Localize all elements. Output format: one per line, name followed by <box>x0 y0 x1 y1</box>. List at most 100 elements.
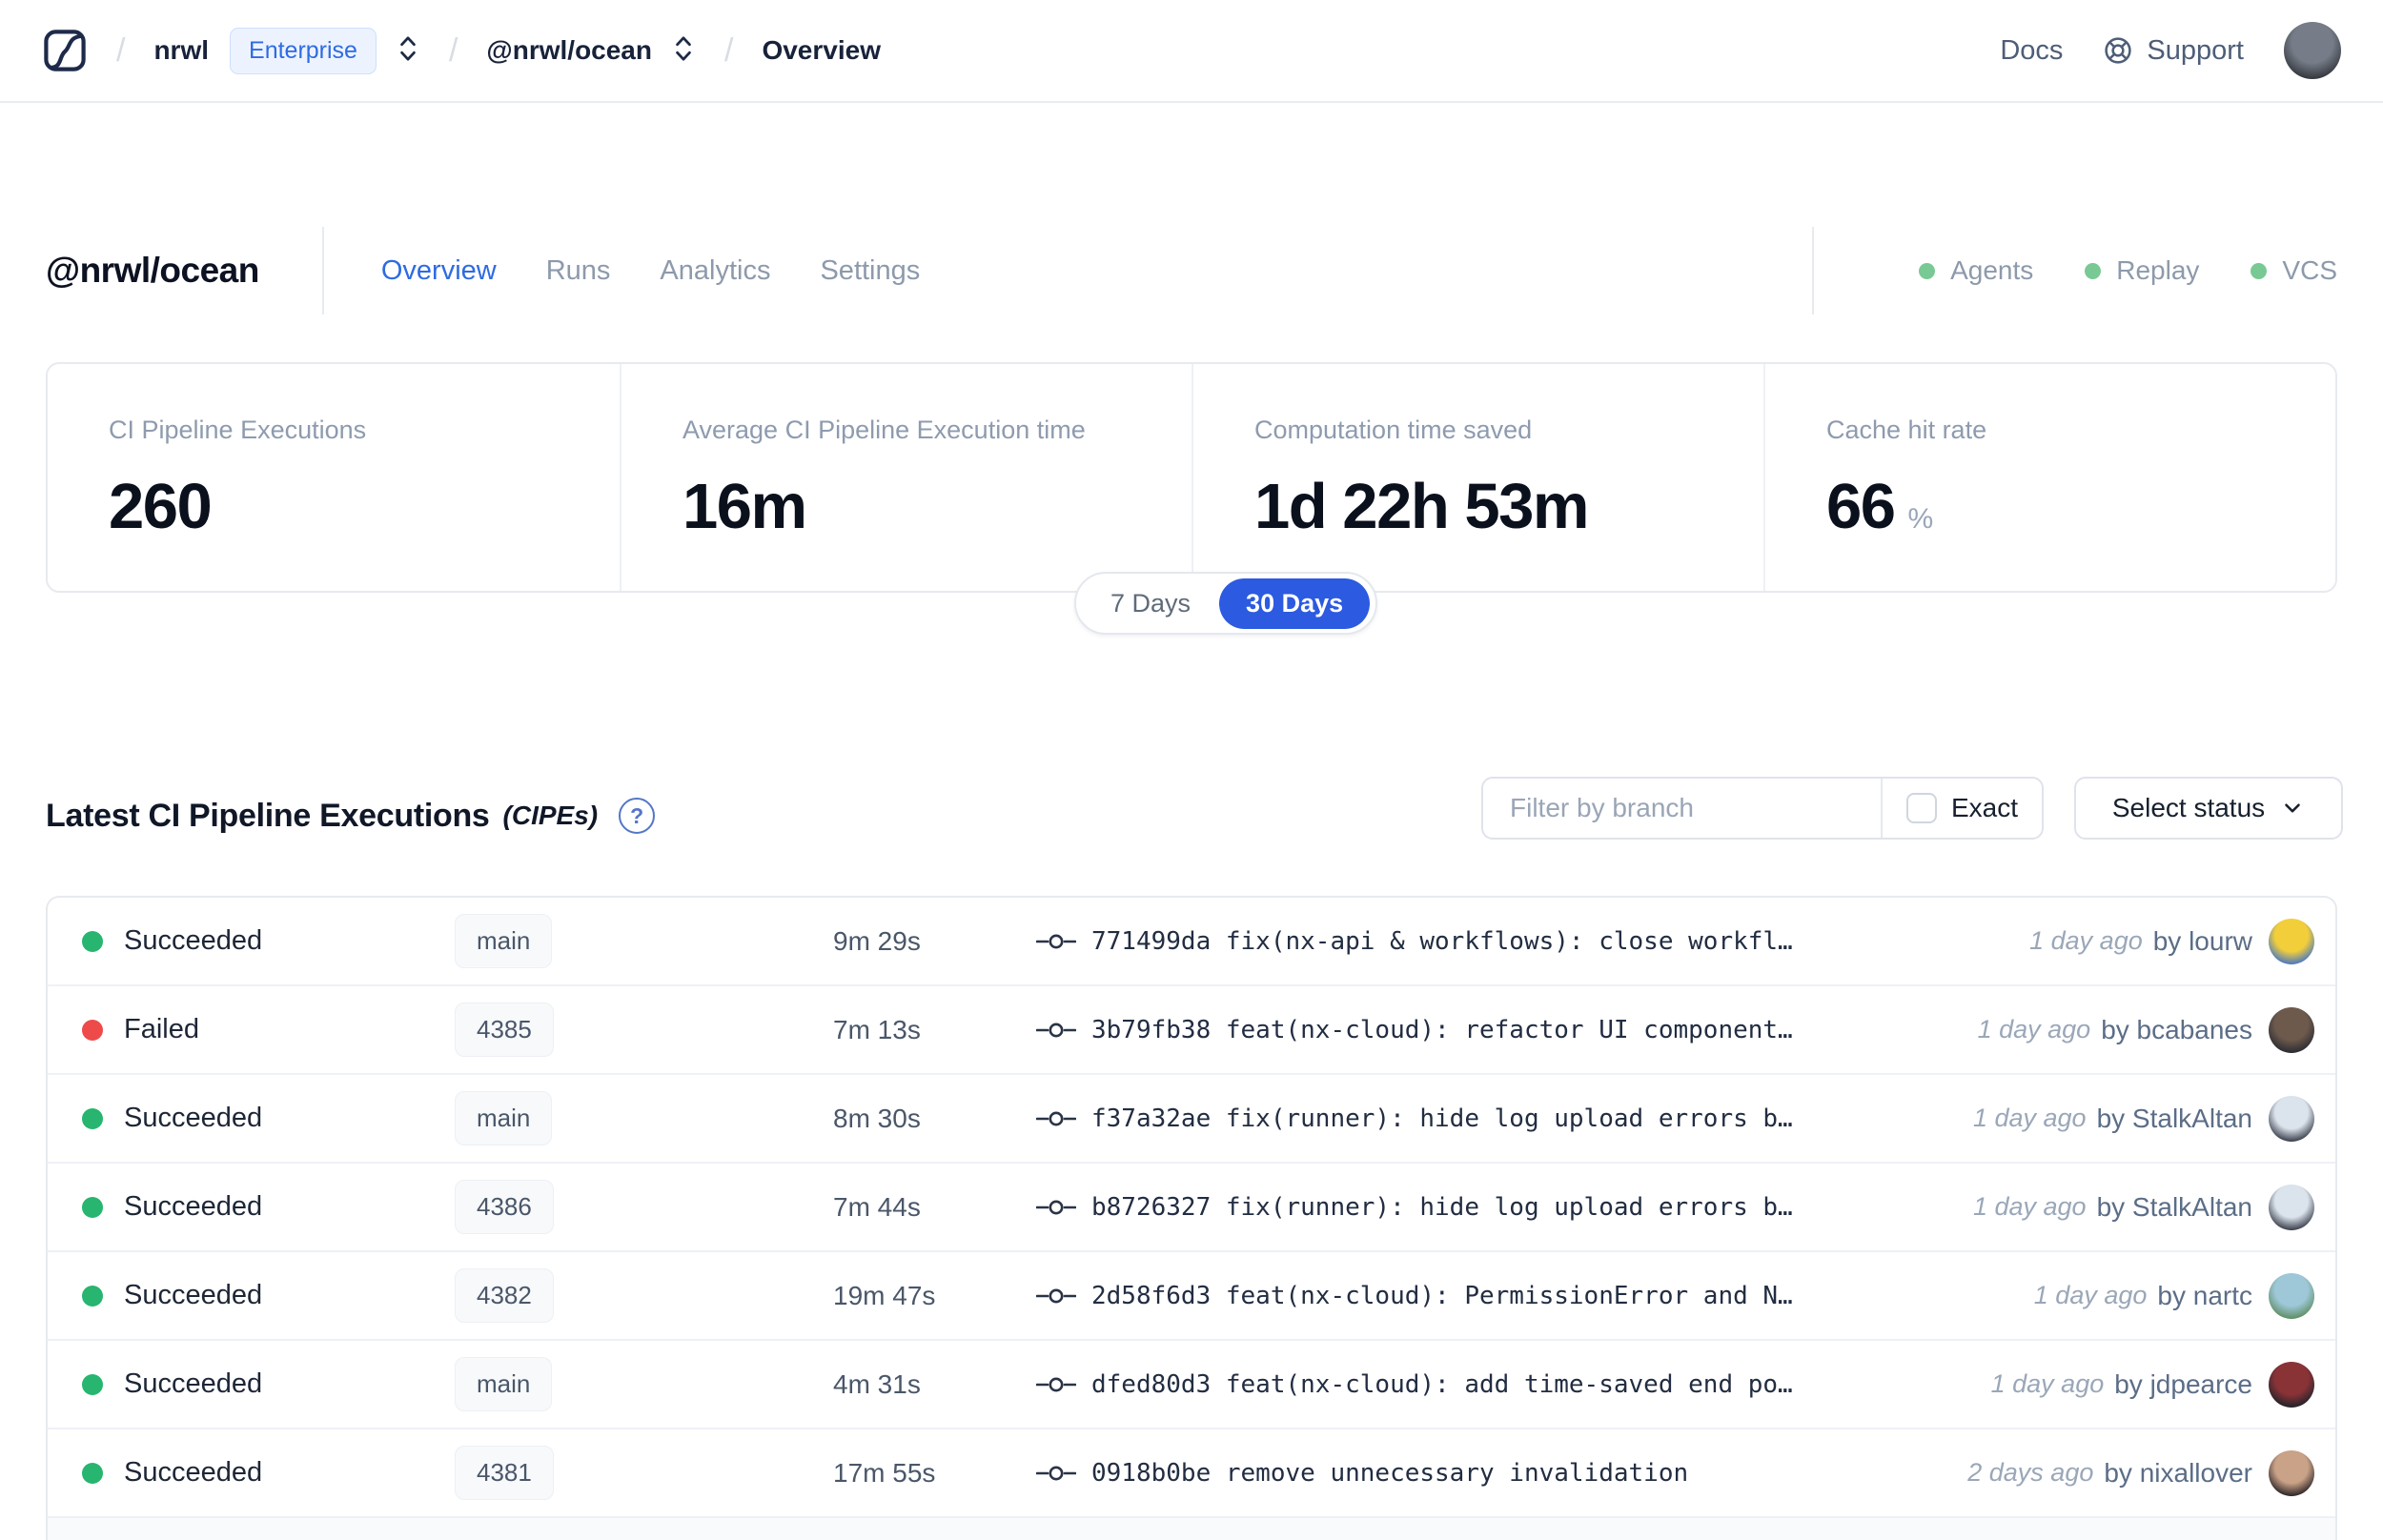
git-commit-icon <box>1036 1111 1076 1125</box>
branch-badge[interactable]: 4382 <box>455 1268 554 1323</box>
branch-filter-input[interactable] <box>1483 779 1881 838</box>
status-dot-icon <box>82 1196 103 1218</box>
status-dot-icon <box>82 1019 103 1041</box>
author-label: by bcabanes <box>2101 1014 2252 1044</box>
branch-badge[interactable]: main <box>455 914 553 968</box>
time-ago-label: 1 day ago <box>1977 1015 2091 1044</box>
table-row[interactable]: Succeeded 4386 7m 44s b8726327 fix(runne… <box>48 1164 2335 1252</box>
avatar[interactable] <box>2269 1184 2314 1230</box>
org-selector chevron-up-down-icon[interactable] <box>377 33 420 69</box>
stats-card: CI Pipeline Executions 260 Average CI Pi… <box>46 362 2337 593</box>
exact-label: Exact <box>1950 793 2019 822</box>
stat-cache-hit-rate: Cache hit rate 66 % <box>1763 364 2335 591</box>
stat-ci-pipeline-executions: CI Pipeline Executions 260 <box>109 415 367 542</box>
duration-label: 7m 13s <box>833 1014 921 1044</box>
commit-message[interactable]: b8726327 fix(runner): hide log upload er… <box>1091 1193 1793 1222</box>
author-label: by jdpearce <box>2114 1368 2252 1399</box>
stat-computation-time-saved: Computation time saved 1d 22h 53m <box>1192 364 1763 591</box>
git-commit-icon <box>1036 1200 1076 1214</box>
status-dot-icon <box>82 1107 103 1129</box>
enterprise-badge: Enterprise <box>230 27 377 74</box>
avatar[interactable] <box>2269 1272 2314 1319</box>
branch-badge[interactable]: main <box>455 1357 553 1411</box>
duration-label: 8m 30s <box>833 1103 921 1133</box>
chevron-down-icon <box>2285 803 2300 813</box>
service-status-group: Agents Replay VCS <box>1812 227 2337 314</box>
breadcrumb-workspace[interactable]: @nrwl/ocean <box>486 35 652 66</box>
time-ago-label: 1 day ago <box>1972 1104 2087 1132</box>
branch-badge[interactable]: 4385 <box>455 1003 554 1057</box>
avatar[interactable] <box>2269 1095 2314 1142</box>
commit-message[interactable]: dfed80d3 feat(nx-cloud): add time-saved … <box>1091 1370 1793 1399</box>
time-ago-label: 1 day ago <box>2033 1281 2148 1309</box>
table-row[interactable]: Succeeded 4382 19m 47s 2d58f6d3 feat(nx-… <box>48 1252 2335 1341</box>
user-avatar[interactable] <box>2284 22 2341 79</box>
question-circle-icon[interactable]: ? <box>619 798 656 834</box>
status-dot-icon <box>82 1462 103 1484</box>
toggle-7-days[interactable]: 7 Days <box>1082 589 1219 618</box>
life-ring-icon <box>2105 37 2132 64</box>
toggle-30-days[interactable]: 30 Days <box>1219 578 1371 629</box>
avatar[interactable] <box>2269 918 2314 964</box>
git-commit-icon <box>1036 1288 1076 1303</box>
divider <box>1812 227 1815 314</box>
stat-average-execution-time: Average CI Pipeline Execution time 16m <box>620 364 1192 591</box>
author-label: by StalkAltan <box>2096 1103 2252 1133</box>
commit-message[interactable]: 771499da fix(nx-api & workflows): close … <box>1091 927 1793 956</box>
service-agents[interactable]: Agents <box>1919 255 2033 286</box>
duration-label: 19m 47s <box>833 1280 936 1310</box>
service-replay[interactable]: Replay <box>2085 255 2199 286</box>
table-row[interactable]: Succeeded main 8m 30s f37a32ae fix(runne… <box>48 1075 2335 1164</box>
breadcrumb-page: Overview <box>762 35 881 65</box>
table-row[interactable]: Failed 4385 7m 13s 3b79fb38 feat(nx-clou… <box>48 986 2335 1075</box>
status-label: Failed <box>124 1014 199 1044</box>
workspace-header: @nrwl/ocean Overview Runs Analytics Sett… <box>46 217 2337 324</box>
avatar[interactable] <box>2269 1449 2314 1496</box>
commit-message[interactable]: 0918b0be remove unnecessary invalidation <box>1091 1459 1688 1488</box>
avatar[interactable] <box>2269 1006 2314 1053</box>
table-row[interactable]: Succeeded main 9m 29s 771499da fix(nx-ap… <box>48 898 2335 986</box>
status-dot-icon <box>2085 262 2102 279</box>
duration-label: 9m 29s <box>833 925 921 956</box>
branch-badge[interactable]: 4381 <box>455 1446 554 1500</box>
table-row[interactable]: Succeeded main 4m 31s dfed80d3 feat(nx-c… <box>48 1341 2335 1429</box>
duration-label: 7m 44s <box>833 1191 921 1222</box>
author-label: by nixallover <box>2104 1457 2252 1488</box>
status-select-dropdown[interactable]: Select status <box>2074 777 2343 840</box>
exact-checkbox[interactable] <box>1905 793 1937 823</box>
workspace-selector chevron-up-down-icon[interactable] <box>652 33 696 69</box>
table-row[interactable]: Succeeded 4381 17m 55s 0918b0be remove u… <box>48 1429 2335 1518</box>
stat-suffix: % <box>1907 503 1934 535</box>
service-vcs[interactable]: VCS <box>2251 255 2337 286</box>
tab-settings[interactable]: Settings <box>820 255 920 287</box>
status-label: Succeeded <box>124 1280 263 1310</box>
tab-analytics[interactable]: Analytics <box>660 255 770 287</box>
commit-message[interactable]: 3b79fb38 feat(nx-cloud): refactor UI com… <box>1091 1016 1793 1044</box>
git-commit-icon <box>1036 1377 1076 1391</box>
duration-label: 17m 55s <box>833 1457 936 1488</box>
tab-overview[interactable]: Overview <box>381 255 497 287</box>
stat-value: 16m <box>682 471 807 542</box>
branch-badge[interactable]: main <box>455 1091 553 1145</box>
support-link[interactable]: Support <box>2103 35 2244 67</box>
breadcrumb-org[interactable]: nrwl <box>153 35 209 66</box>
branch-badge[interactable]: 4386 <box>455 1180 554 1234</box>
stat-value: 1d 22h 53m <box>1254 471 1589 542</box>
stat-value: 260 <box>109 471 213 542</box>
avatar[interactable] <box>2269 1361 2314 1408</box>
status-label: Succeeded <box>124 1368 263 1399</box>
commit-message[interactable]: 2d58f6d3 feat(nx-cloud): PermissionError… <box>1091 1282 1793 1310</box>
cipe-section-header: Latest CI Pipeline Executions (CIPEs) ? <box>46 781 656 850</box>
stat-value: 66 <box>1826 471 1896 542</box>
author-label: by nartc <box>2157 1280 2252 1310</box>
time-ago-label: 1 day ago <box>1972 1192 2087 1221</box>
status-dot-icon <box>2251 262 2268 279</box>
branch-filter-group: Exact <box>1481 777 2044 840</box>
nx-cloud-logo-icon[interactable] <box>42 28 88 73</box>
docs-link[interactable]: Docs <box>2000 35 2063 67</box>
commit-message[interactable]: f37a32ae fix(runner): hide log upload er… <box>1091 1104 1793 1133</box>
tab-runs[interactable]: Runs <box>546 255 611 287</box>
status-label: Succeeded <box>124 1103 263 1133</box>
author-label: by lourw <box>2152 925 2252 956</box>
duration-label: 4m 31s <box>833 1368 921 1399</box>
